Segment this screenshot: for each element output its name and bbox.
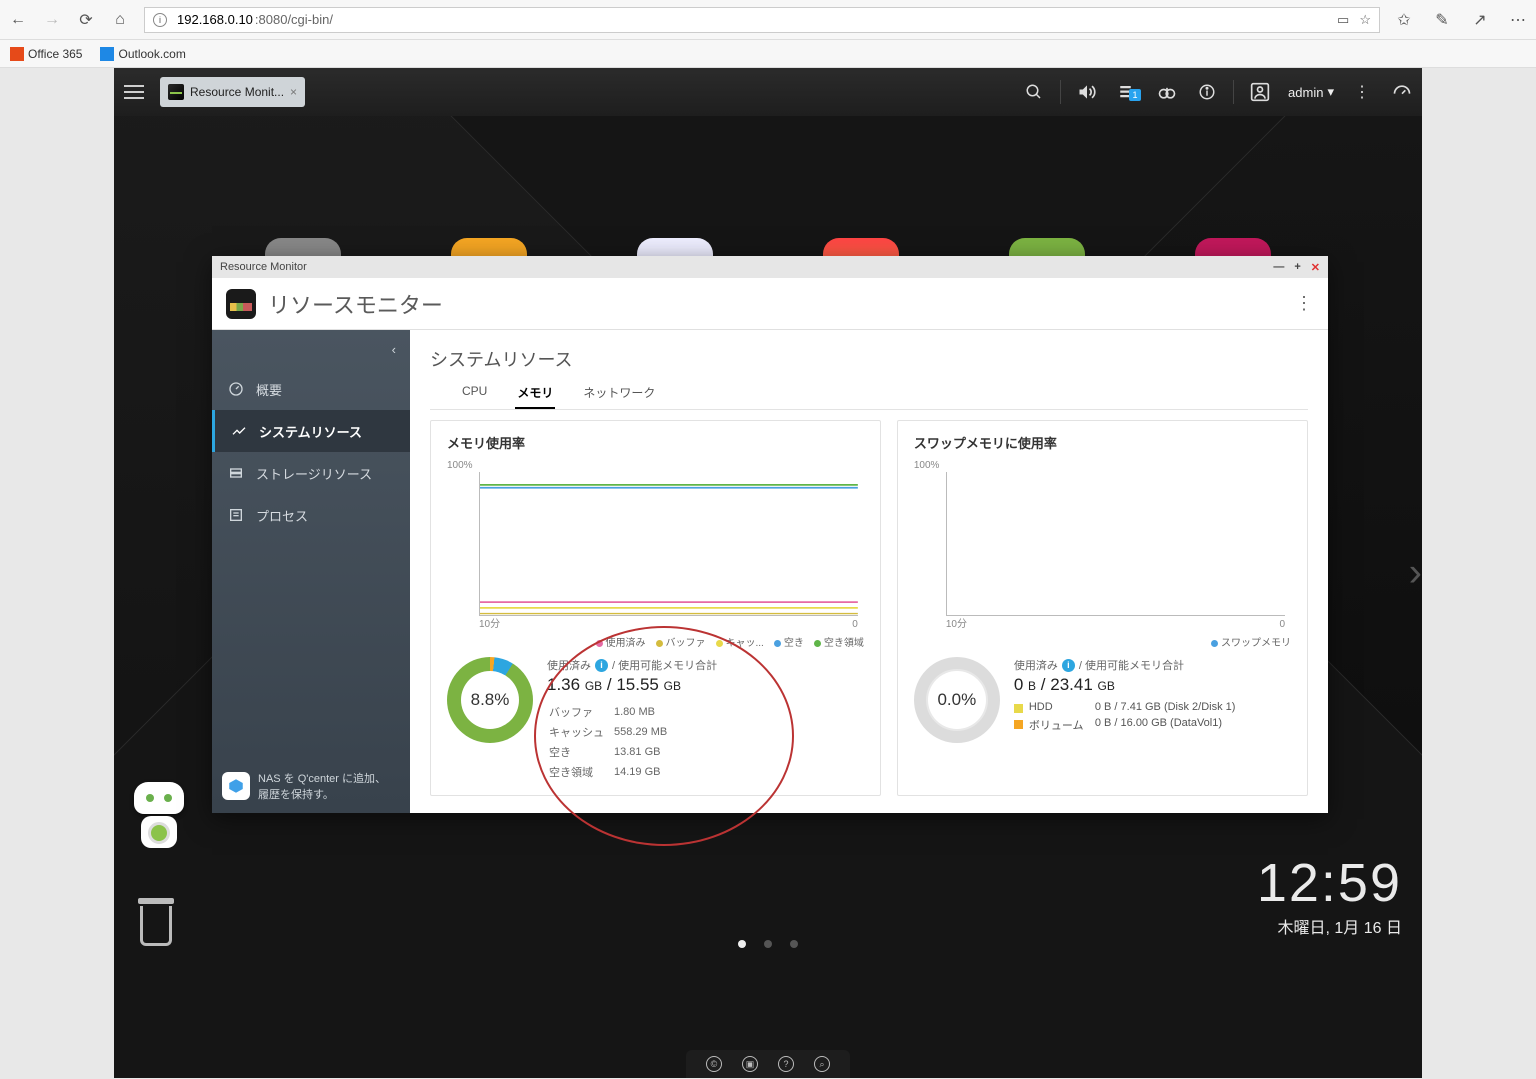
storage-icon [228,465,244,481]
sidebar-item-storage-resource[interactable]: ストレージリソース [212,452,410,494]
bookmark-office365[interactable]: Office 365 [10,47,82,61]
app-logo-icon [226,289,256,319]
resource-tabs: CPU メモリ ネットワーク [430,378,1308,410]
nas-topbar: Resource Monit... × 1 admin ▾ ⋮ [114,68,1422,116]
section-title: システムリソース [430,346,1308,372]
sidebar-collapse-button[interactable]: ‹ [212,330,410,368]
dock-icon[interactable]: ? [778,1056,794,1072]
window-maximize-button[interactable]: + [1294,261,1300,274]
menu-hamburger-icon[interactable] [114,72,154,112]
desktop-dock: © ▣ ? ⌕ [686,1050,850,1078]
favorites-icon[interactable]: ✩ [1394,10,1414,30]
url-host: 192.168.0.10 [177,12,253,27]
tab-network[interactable]: ネットワーク [581,378,657,409]
info-icon[interactable]: i [595,659,608,672]
gauge-icon [228,381,244,397]
qcenter-icon [222,772,250,800]
panel-memory: メモリ使用率 100% [430,420,881,796]
panel-swap: スワップメモリに使用率 100% 10分 0 スワップメモリ [897,420,1308,796]
app-more-icon[interactable]: ⋮ [1295,293,1314,314]
nav-back-button[interactable]: ← [8,10,28,30]
swap-legend: スワップメモリ [914,634,1291,649]
dock-icon[interactable]: ▣ [742,1056,758,1072]
kebab-icon[interactable]: ⋮ [1342,82,1382,102]
more-icon[interactable]: ⋯ [1508,10,1528,30]
memory-stats: 使用済み i / 使用可能メモリ合計 1.36 GB / 15.55 GB [547,657,864,783]
app-header: リソースモニター ⋮ [212,278,1328,330]
volume-icon[interactable] [1067,82,1107,102]
user-avatar-icon[interactable] [1240,82,1280,102]
dashboard-icon[interactable] [1382,82,1422,102]
window-resource-monitor: Resource Monitor — + ✕ リソースモニター ⋮ ‹ 概要 [212,256,1328,813]
swap-donut: 0.0% [914,657,1000,743]
tasks-icon[interactable]: 1 [1107,83,1147,101]
memory-chart: 100% 10分 0 [447,460,864,630]
info-icon[interactable]: i [1062,659,1075,672]
bookmark-outlook[interactable]: Outlook.com [100,47,185,61]
site-info-icon[interactable]: i [153,13,167,27]
sidebar-item-system-resource[interactable]: システムリソース [212,410,410,452]
tab-cpu[interactable]: CPU [460,378,489,409]
list-icon [228,507,244,523]
nas-desktop: Resource Monit... × 1 admin ▾ ⋮ › 12:59 … [114,68,1422,1078]
dock-icon[interactable]: © [706,1056,722,1072]
chevron-down-icon: ▾ [1327,84,1334,100]
window-close-button[interactable]: ✕ [1311,261,1320,274]
swap-stats: 使用済み i / 使用可能メモリ合計 0 B / 23.41 GB [1014,657,1291,733]
address-bar[interactable]: i 192.168.0.10:8080/cgi-bin/ ▭ ☆ [144,7,1380,33]
notes-icon[interactable]: ✎ [1432,10,1452,30]
panel-title: スワップメモリに使用率 [914,433,1291,452]
search-icon[interactable] [1014,83,1054,101]
main-pane: システムリソース CPU メモリ ネットワーク メモリ使用率 100% [410,330,1328,813]
sidebar-tip[interactable]: NAS を Q'center に追加、 履歴を保持す。 [222,772,400,803]
memory-legend: 使用済み バッファ キャッ... 空き 空き領域 [447,634,864,649]
memory-donut: 8.8% [447,657,533,743]
nav-refresh-button[interactable]: ⟳ [76,10,96,30]
trash-icon[interactable] [136,898,176,948]
favorite-star-icon[interactable]: ☆ [1359,12,1371,28]
reading-view-icon[interactable]: ▭ [1337,12,1349,28]
chart-icon [231,423,247,439]
nav-forward-button[interactable]: → [42,10,62,30]
bookmarks-bar: Office 365 Outlook.com [0,40,1536,68]
sidebar-item-process[interactable]: プロセス [212,494,410,536]
window-minimize-button[interactable]: — [1273,261,1284,274]
desktop-next-page-icon[interactable]: › [1409,551,1422,596]
url-path: :8080/cgi-bin/ [255,12,333,27]
sidebar-item-overview[interactable]: 概要 [212,368,410,410]
desktop-page-dots[interactable] [738,940,798,948]
app-icon [168,84,184,100]
app-title: リソースモニター [268,288,443,320]
swap-chart: 100% 10分 0 [914,460,1291,630]
tab-close-icon[interactable]: × [290,85,297,99]
info-icon[interactable] [1187,83,1227,101]
nav-home-button[interactable]: ⌂ [110,10,130,30]
browser-toolbar: ← → ⟳ ⌂ i 192.168.0.10:8080/cgi-bin/ ▭ ☆… [0,0,1536,40]
panel-title: メモリ使用率 [447,433,864,452]
window-titlebar[interactable]: Resource Monitor — + ✕ [212,256,1328,278]
share-icon[interactable]: ↗ [1470,10,1490,30]
desktop-clock: 12:59 木曜日, 1月 16 日 [1257,852,1402,938]
dock-icon[interactable]: ⌕ [814,1056,830,1072]
user-menu[interactable]: admin ▾ [1280,84,1342,100]
devices-icon[interactable] [1147,82,1187,102]
taskbar-tab-resource-monitor[interactable]: Resource Monit... × [160,77,305,107]
sidebar: ‹ 概要 システムリソース ストレージリソース プロセス [212,330,410,813]
assistant-robot-icon[interactable] [134,782,184,848]
tab-memory[interactable]: メモリ [515,378,555,409]
